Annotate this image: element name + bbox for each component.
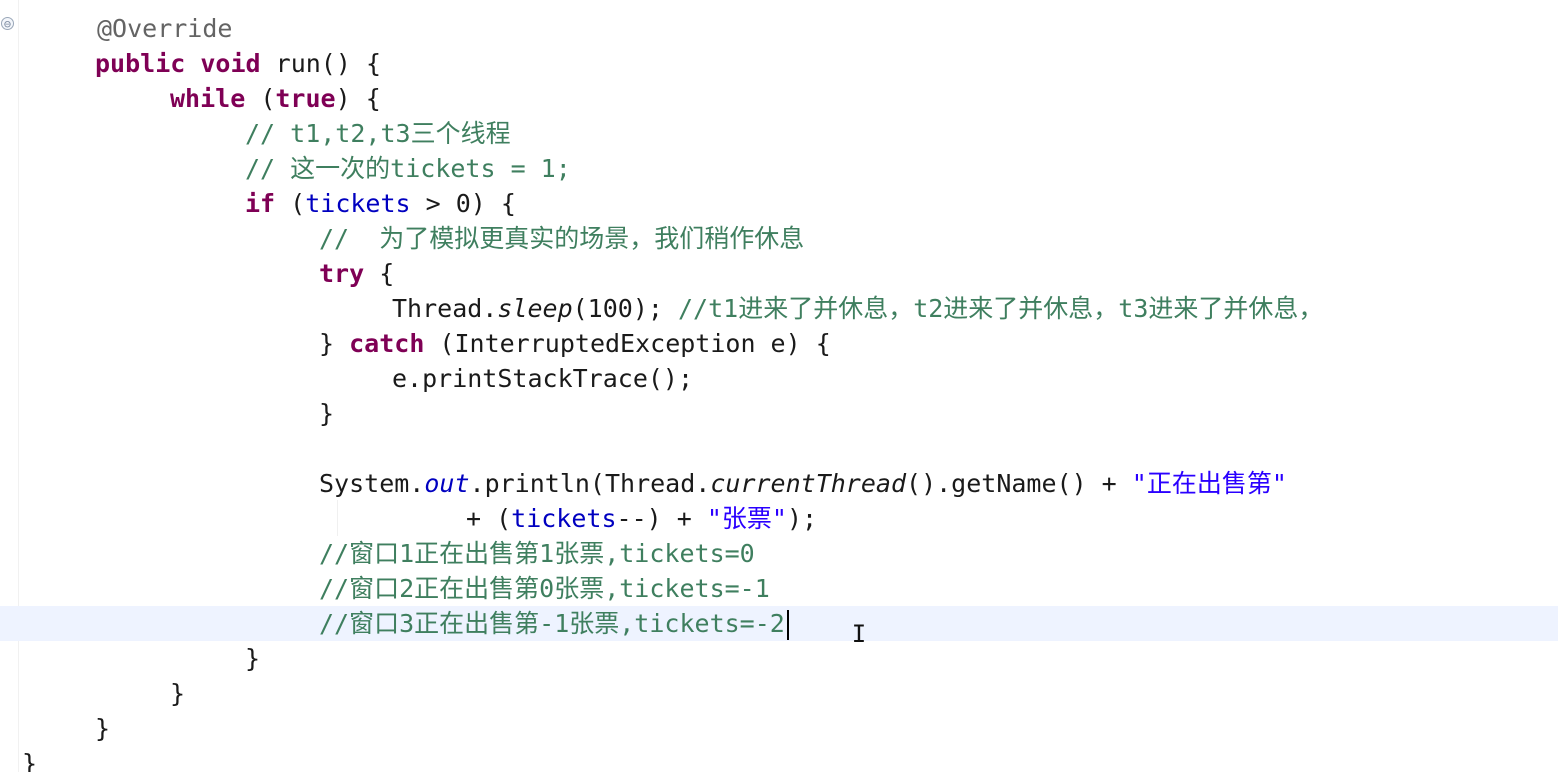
catch-close-brace: }: [319, 329, 350, 358]
code-line-20[interactable]: }: [0, 711, 1558, 746]
comment-simulate-rest: // 为了模拟更真实的场景，我们稍作休息: [319, 224, 805, 253]
code-line-11[interactable]: e.printStackTrace();: [0, 361, 1558, 396]
code-line-1[interactable]: @Override: [0, 11, 1558, 46]
while-open-paren: (: [245, 84, 276, 113]
code-line-10[interactable]: } catch (InterruptedException e) {: [0, 326, 1558, 361]
method-end-brace: }: [95, 714, 111, 743]
catch-keyword: catch: [349, 329, 425, 358]
code-line-7[interactable]: // 为了模拟更真实的场景，我们稍作休息: [0, 221, 1558, 256]
try-open-brace: {: [364, 259, 395, 288]
try-keyword: try: [319, 259, 365, 288]
sleep-args: (100);: [572, 294, 678, 323]
code-line-15[interactable]: //窗口1正在出售第1张票,tickets=0: [0, 536, 1558, 571]
comment-tickets-one: // 这一次的tickets = 1;: [245, 154, 571, 183]
override-annotation: @Override: [97, 14, 233, 43]
println-continuation: + (tickets--) + "张票");: [466, 501, 817, 536]
if-statement: if (tickets > 0) {: [245, 186, 516, 221]
if-keyword: if: [245, 189, 276, 218]
selling-string: "正在出售第": [1131, 469, 1287, 498]
while-end-brace: }: [170, 679, 186, 708]
code-editor[interactable]: ⊖ @Override public void run() { while (t…: [0, 0, 1558, 772]
if-end-brace: }: [245, 644, 261, 673]
current-code-line[interactable]: //窗口3正在出售第-1张票,tickets=-2: [0, 606, 1558, 641]
while-statement: while (true) {: [170, 81, 381, 116]
while-close: ) {: [335, 84, 381, 113]
text-caret: [786, 610, 789, 640]
if-open-paren: (: [275, 189, 306, 218]
code-line-3[interactable]: while (true) {: [0, 81, 1558, 116]
comment-window-3-text: //窗口3正在出售第-1张票,tickets=-2: [319, 609, 785, 638]
code-line-13[interactable]: System.out.println(Thread.currentThread(…: [0, 466, 1558, 501]
true-keyword: true: [275, 84, 336, 113]
code-line-12[interactable]: }: [0, 396, 1558, 431]
comment-window-3: //窗口3正在出售第-1张票,tickets=-2: [319, 606, 789, 641]
try-statement: try {: [319, 256, 394, 291]
code-line-2[interactable]: public void run() {: [0, 46, 1558, 81]
class-end-brace: }: [22, 749, 38, 772]
system-class-text: System.: [319, 469, 425, 498]
method-signature: public void run() {: [95, 46, 381, 81]
decrement-text: --) +: [616, 504, 707, 533]
comment-window-1: //窗口1正在出售第1张票,tickets=0: [319, 539, 755, 568]
statement-end: );: [786, 504, 818, 533]
code-line-9[interactable]: Thread.sleep(100); //t1进来了并休息，t2进来了并休息，t…: [0, 291, 1558, 326]
ticket-string: "张票": [706, 504, 787, 533]
code-line-16[interactable]: //窗口2正在出售第0张票,tickets=-1: [0, 571, 1558, 606]
code-line-4[interactable]: // t1,t2,t3三个线程: [0, 116, 1558, 151]
void-keyword: void: [200, 49, 261, 78]
if-condition-rest: > 0) {: [410, 189, 516, 218]
catch-params: (InterruptedException e) {: [424, 329, 831, 358]
code-line-19[interactable]: }: [0, 676, 1558, 711]
catch-end-brace: }: [319, 399, 335, 428]
code-line-6[interactable]: if (tickets > 0) {: [0, 186, 1558, 221]
code-line-18[interactable]: }: [0, 641, 1558, 676]
comment-threads: // t1,t2,t3三个线程: [245, 119, 511, 148]
catch-statement: } catch (InterruptedException e) {: [319, 326, 831, 361]
code-line-21[interactable]: }: [0, 746, 1558, 772]
thread-class-text: Thread.: [392, 294, 498, 323]
run-method-text: run() {: [260, 49, 382, 78]
println-statement: System.out.println(Thread.currentThread(…: [319, 466, 1287, 501]
comment-threads-resting: //t1进来了并休息，t2进来了并休息，t3进来了并休息，: [677, 294, 1324, 323]
code-line-8[interactable]: try {: [0, 256, 1558, 291]
out-field: out: [424, 469, 470, 498]
println-text: .println(Thread.: [469, 469, 711, 498]
i-beam-cursor-icon: Ι: [851, 620, 867, 648]
getname-text: ().getName() +: [906, 469, 1132, 498]
tickets-decrement-field: tickets: [511, 504, 617, 533]
sleep-method: sleep: [497, 294, 573, 323]
tickets-field: tickets: [305, 189, 411, 218]
print-stack-trace: e.printStackTrace();: [392, 364, 694, 393]
plus-open-paren: + (: [466, 504, 512, 533]
code-line-14[interactable]: + (tickets--) + "张票");: [0, 501, 1558, 536]
while-keyword: while: [170, 84, 246, 113]
public-keyword: public: [95, 49, 186, 78]
comment-window-2: //窗口2正在出售第0张票,tickets=-1: [319, 574, 770, 603]
sleep-statement: Thread.sleep(100); //t1进来了并休息，t2进来了并休息，t…: [392, 291, 1323, 326]
current-thread-method: currentThread: [710, 469, 907, 498]
code-line-5[interactable]: // 这一次的tickets = 1;: [0, 151, 1558, 186]
